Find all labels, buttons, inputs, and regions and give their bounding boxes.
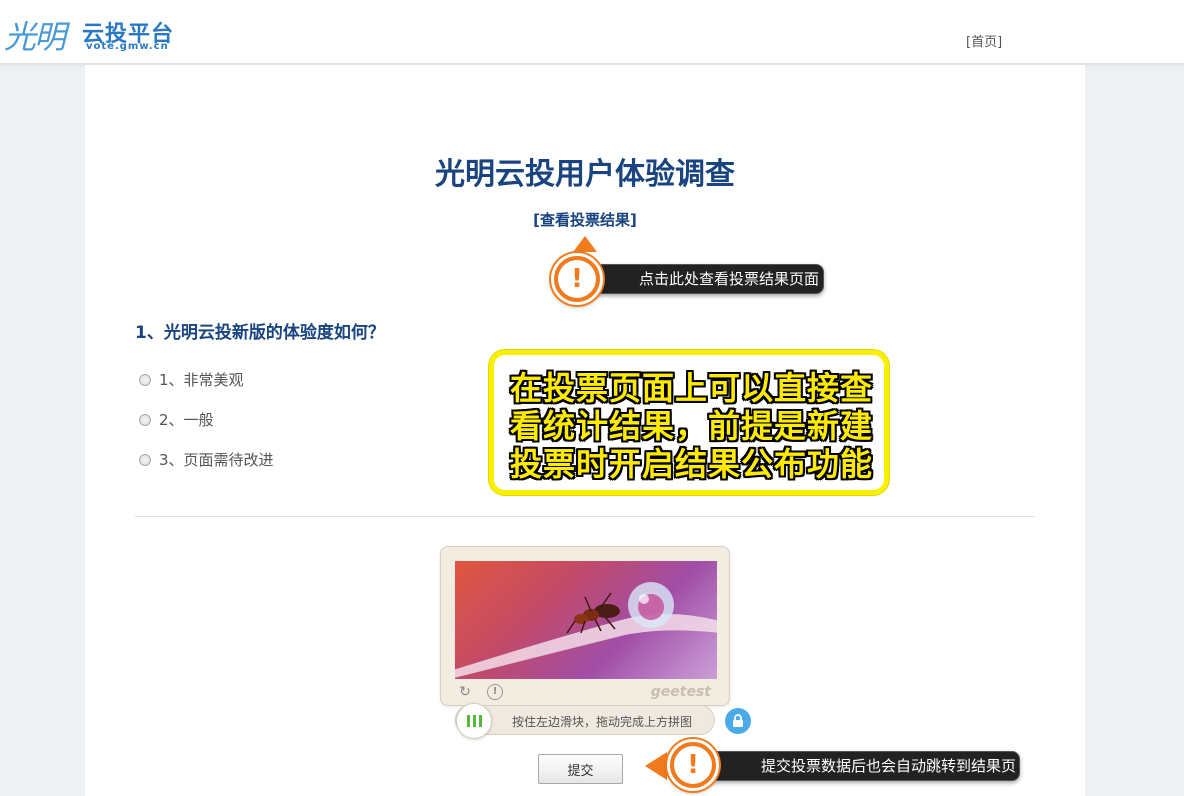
captcha-widget: ↻ ! geetest <box>440 546 730 706</box>
refresh-icon[interactable]: ↻ <box>457 684 473 700</box>
warning-badge: ! <box>667 739 719 791</box>
question-title: 1、光明云投新版的体验度如何？ <box>135 323 385 343</box>
radio-button[interactable] <box>139 413 151 426</box>
top-bar: 光明 云投平台 vote.gmw.cn [首页] <box>0 0 1184 64</box>
radio-button[interactable] <box>139 373 151 386</box>
submit-callout-text: 提交投票数据后也会自动跳转到结果页 <box>761 757 1017 775</box>
slider-hint: 按住左边滑块，拖动完成上方拼图 <box>512 715 693 729</box>
annotation-note: 在投票页面上可以直接查 看统计结果，前提是新建 投票时开启结果公布功能 <box>489 350 889 495</box>
logo-url: vote.gmw.cn <box>86 41 169 52</box>
results-callout: 点击此处查看投票结果页面 <box>578 264 824 294</box>
results-callout-text: 点击此处查看投票结果页面 <box>639 270 820 288</box>
submit-button[interactable]: 提交 <box>538 754 623 784</box>
captcha-puzzle-image <box>455 561 717 679</box>
option-3[interactable]: 3、页面需待改进 <box>139 449 274 470</box>
option-1[interactable]: 1、非常美观 <box>139 369 244 390</box>
option-label: 1、非常美观 <box>159 371 244 389</box>
warning-badge: ! <box>551 253 603 305</box>
note-line: 看统计结果，前提是新建 <box>510 407 874 445</box>
view-results-link[interactable]: [查看投票结果] <box>85 209 1085 230</box>
nav-home-link[interactable]: [首页] <box>966 31 1002 50</box>
option-label: 3、页面需待改进 <box>159 451 274 469</box>
exclamation-icon: ! <box>674 746 712 784</box>
captcha-slider-track[interactable]: 按住左边滑块，拖动完成上方拼图 <box>455 703 715 739</box>
site-logo[interactable]: 光明 云投平台 vote.gmw.cn <box>4 10 184 56</box>
logo-script-text: 光明 <box>4 18 66 56</box>
geetest-brand: geetest <box>650 684 711 700</box>
callout-pointer <box>573 236 597 252</box>
option-2[interactable]: 2、一般 <box>139 409 214 430</box>
info-icon[interactable]: ! <box>487 684 503 700</box>
exclamation-icon: ! <box>558 260 596 298</box>
callout-pointer <box>645 752 667 780</box>
submit-callout: 提交投票数据后也会自动跳转到结果页 <box>700 751 1020 781</box>
radio-button[interactable] <box>139 453 151 466</box>
lock-icon <box>725 708 751 734</box>
slider-grip-icon <box>466 715 482 727</box>
note-line: 在投票页面上可以直接查 <box>510 369 874 407</box>
divider <box>135 516 1035 517</box>
note-line: 投票时开启结果公布功能 <box>510 445 874 483</box>
option-label: 2、一般 <box>159 411 214 429</box>
page-title: 光明云投用户体验调查 <box>435 157 735 192</box>
slider-handle[interactable] <box>456 703 492 739</box>
